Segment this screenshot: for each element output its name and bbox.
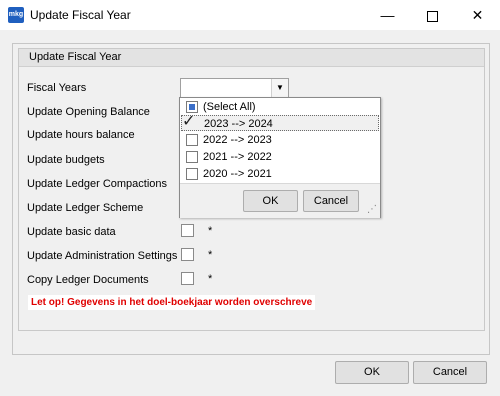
copy-ledger-documents-star: * (208, 273, 213, 285)
resize-grip-icon[interactable]: ⋰ (367, 204, 377, 215)
title-bar: mkg Update Fiscal Year — ✕ (0, 0, 500, 30)
option-label: 2020 --> 2021 (203, 168, 272, 180)
option-2022-2023[interactable]: 2022 --> 2023 (181, 132, 379, 148)
cancel-button[interactable]: Cancel (413, 361, 487, 384)
option-checkbox[interactable] (186, 151, 198, 163)
checkmark-icon: ✓ (182, 113, 196, 130)
option-label: 2023 --> 2024 (204, 118, 273, 130)
option-label: (Select All) (203, 101, 256, 113)
dropdown-cancel-button[interactable]: Cancel (303, 190, 359, 212)
copy-ledger-documents-label: Copy Ledger Documents (27, 274, 149, 286)
fiscal-years-dropdown: (Select All) ✓ 2023 --> 2024 2022 --> 20… (179, 97, 381, 218)
option-2021-2022[interactable]: 2021 --> 2022 (181, 149, 379, 165)
dropdown-ok-button[interactable]: OK (243, 190, 298, 212)
basic-data-star: * (208, 225, 213, 237)
group-title: Update Fiscal Year (19, 49, 484, 67)
option-select-all[interactable]: (Select All) (181, 99, 379, 115)
fiscal-years-label: Fiscal Years (27, 82, 87, 94)
budgets-label: Update budgets (27, 154, 105, 166)
option-2023-2024[interactable]: ✓ 2023 --> 2024 (181, 113, 379, 131)
ok-button[interactable]: OK (335, 361, 409, 384)
option-2020-2021[interactable]: 2020 --> 2021 (181, 166, 379, 182)
hours-balance-label: Update hours balance (27, 129, 135, 141)
opening-balance-label: Update Opening Balance (27, 106, 150, 118)
maximize-icon (427, 10, 438, 22)
ledger-scheme-label: Update Ledger Scheme (27, 202, 144, 214)
basic-data-label: Update basic data (27, 226, 116, 238)
administration-settings-label: Update Administration Settings (27, 250, 178, 262)
option-label: 2021 --> 2022 (203, 151, 272, 163)
copy-ledger-documents-checkbox[interactable] (181, 272, 194, 285)
option-checkbox[interactable] (186, 134, 198, 146)
app-logo-icon: mkg (8, 7, 24, 23)
chevron-down-icon[interactable]: ▼ (271, 79, 288, 97)
administration-settings-checkbox[interactable] (181, 248, 194, 261)
option-label: 2022 --> 2023 (203, 134, 272, 146)
ledger-compactions-label: Update Ledger Compactions (27, 178, 168, 190)
window-title: Update Fiscal Year (30, 8, 131, 22)
dropdown-footer: OK Cancel ⋰ (180, 183, 380, 218)
administration-settings-star: * (208, 249, 213, 261)
close-button[interactable]: ✕ (455, 0, 500, 30)
basic-data-checkbox[interactable] (181, 224, 194, 237)
option-checkbox[interactable] (186, 168, 198, 180)
warning-text: Let op! Gegevens in het doel-boekjaar wo… (28, 295, 316, 310)
minimize-button[interactable]: — (365, 0, 410, 30)
fiscal-years-combo[interactable]: ▼ (180, 78, 289, 98)
maximize-button[interactable] (410, 0, 455, 30)
